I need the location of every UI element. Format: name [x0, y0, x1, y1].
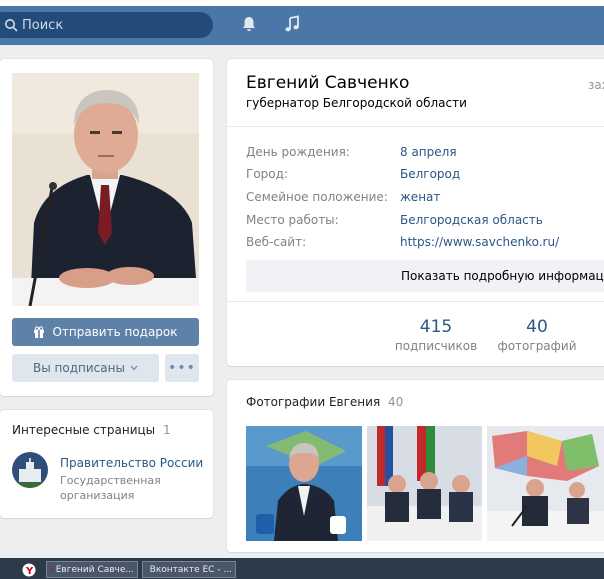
website-label: Веб-сайт: — [246, 235, 307, 249]
taskbar-item-document-label: Вконтакте ЕС - ... — [149, 564, 232, 575]
government-desc-line1: Государственная — [60, 474, 161, 487]
profile-photo[interactable] — [12, 73, 199, 306]
workplace-value[interactable]: Белгородская область — [400, 213, 543, 227]
svg-text:Y: Y — [25, 566, 34, 577]
more-actions-button[interactable]: ••• — [165, 354, 199, 382]
music-icon[interactable] — [283, 15, 301, 33]
taskbar-item-browser[interactable]: Евгений Савче... — [46, 561, 138, 578]
government-desc-line2: организация — [60, 489, 135, 502]
opera-icon — [50, 568, 53, 571]
top-navigation-bar — [0, 0, 604, 45]
relationship-value[interactable]: женат — [400, 190, 440, 204]
profile-status: губернатор Белгородской области — [246, 96, 467, 110]
workplace-label: Место работы: — [246, 213, 339, 227]
interesting-pages-title[interactable]: Интересные страницы 1 — [12, 423, 171, 437]
followers-label[interactable]: подписчиков — [388, 339, 484, 353]
photos-heading: Фотографии Евгения — [246, 395, 381, 409]
yandex-browser-icon[interactable]: Y — [22, 563, 36, 577]
followers-count[interactable]: 415 — [396, 317, 476, 337]
gift-icon — [34, 326, 45, 338]
send-gift-label: Отправить подарок — [52, 325, 178, 339]
city-label: Город: — [246, 167, 288, 181]
city-value[interactable]: Белгород — [400, 167, 460, 181]
photos-label[interactable]: фотографий — [489, 339, 585, 353]
browser-chrome-edge — [0, 0, 604, 6]
chevron-down-icon — [130, 365, 138, 371]
photos-title[interactable]: Фотографии Евгения 40 — [246, 395, 403, 409]
taskbar-item-document[interactable]: Вконтакте ЕС - ... — [142, 561, 236, 578]
website-link[interactable]: https://www.savchenko.ru/ — [400, 235, 559, 249]
bell-icon[interactable] — [240, 15, 258, 33]
online-status: зах — [588, 78, 604, 92]
interesting-pages-count: 1 — [162, 423, 171, 437]
word-document-icon — [146, 569, 147, 570]
photos-count[interactable]: 40 — [497, 317, 577, 337]
subscribed-label: Вы подписаны — [33, 361, 125, 375]
photo-thumbnail-2[interactable] — [367, 426, 482, 541]
government-link[interactable]: Правительство России — [60, 456, 203, 470]
photos-heading-count: 40 — [387, 395, 404, 409]
birthday-value[interactable]: 8 апреля — [400, 145, 457, 159]
search-icon — [5, 19, 18, 32]
show-details-button[interactable]: Показать подробную информацию — [246, 260, 604, 292]
send-gift-button[interactable]: Отправить подарок — [12, 318, 199, 346]
relationship-label: Семейное положение: — [246, 190, 388, 204]
stats-divider — [227, 301, 604, 302]
search-input[interactable] — [22, 16, 192, 34]
birthday-label: День рождения: — [246, 145, 350, 159]
government-avatar[interactable] — [12, 452, 48, 488]
info-divider — [227, 126, 604, 127]
photo-thumbnail-3[interactable] — [487, 426, 604, 541]
profile-name: Евгений Савченко — [246, 73, 410, 93]
subscribed-button[interactable]: Вы подписаны — [12, 354, 159, 382]
taskbar-item-browser-label: Евгений Савче... — [55, 564, 134, 575]
photo-thumbnail-1[interactable] — [246, 426, 362, 541]
search-box[interactable] — [0, 12, 213, 38]
interesting-pages-heading: Интересные страницы — [12, 423, 156, 437]
